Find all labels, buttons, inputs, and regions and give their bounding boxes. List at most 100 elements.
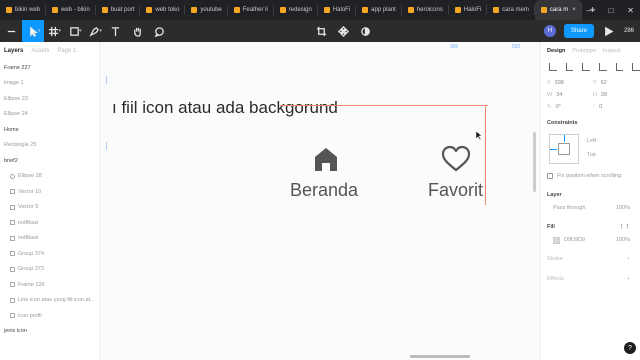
- field-value[interactable]: 0: [599, 104, 602, 110]
- browser-tab[interactable]: web - bikin: [46, 0, 96, 20]
- nav-label-beranda[interactable]: Beranda: [290, 180, 358, 201]
- maximize-icon[interactable]: □: [608, 6, 613, 15]
- layer-item[interactable]: Rectangle 25: [0, 138, 99, 154]
- constraints-widget[interactable]: [549, 134, 579, 164]
- minimize-icon[interactable]: —: [586, 6, 594, 15]
- field-value[interactable]: 28: [601, 92, 607, 98]
- zoom-level[interactable]: 286: [624, 28, 634, 34]
- layer-item[interactable]: icon profil: [0, 308, 99, 324]
- nav-label-favorit[interactable]: Favorit: [428, 180, 483, 201]
- home-icon[interactable]: [312, 145, 340, 173]
- align-right-icon[interactable]: [582, 63, 591, 71]
- layer-item[interactable]: Frame 226: [0, 277, 99, 293]
- transform-field[interactable]: ↻ 0°: [547, 104, 593, 110]
- layer-item[interactable]: jenis icon: [0, 324, 99, 340]
- pen-tool-icon[interactable]: [84, 20, 106, 42]
- fill-swatch[interactable]: [553, 236, 560, 244]
- align-center-icon[interactable]: [565, 63, 574, 71]
- transform-field[interactable]: W 34: [547, 92, 593, 98]
- tab-assets[interactable]: Assets: [31, 48, 49, 54]
- layer-item[interactable]: notfikasi: [0, 215, 99, 231]
- chevron-down-icon[interactable]: ▾: [79, 28, 82, 34]
- tab-design[interactable]: Design: [547, 48, 565, 54]
- field-value[interactable]: 398: [555, 80, 564, 86]
- transform-field[interactable]: X 398: [547, 80, 593, 86]
- tab-inspect[interactable]: Inspect: [603, 48, 621, 54]
- crop-icon[interactable]: [310, 20, 332, 42]
- browser-tab[interactable]: cara m ×: [534, 0, 582, 20]
- heart-icon[interactable]: [441, 144, 471, 174]
- browser-tab[interactable]: HaloFi: [449, 0, 488, 20]
- layer-item[interactable]: Ellipse 28: [0, 169, 99, 185]
- blend-mode-value[interactable]: Pass through: [553, 205, 585, 211]
- constraint-horizontal[interactable]: Left: [587, 138, 596, 144]
- present-icon[interactable]: [602, 20, 616, 42]
- transform-field[interactable]: H 28: [593, 92, 639, 98]
- layer-item[interactable]: notfikasi: [0, 231, 99, 247]
- close-tab-icon[interactable]: ×: [572, 7, 576, 13]
- layer-item[interactable]: Group 374: [0, 246, 99, 262]
- browser-tab[interactable]: redesign: [274, 0, 318, 20]
- layer-item[interactable]: Vector 10: [0, 184, 99, 200]
- field-value[interactable]: 62: [601, 80, 607, 86]
- chevron-down-icon[interactable]: ▾: [100, 28, 103, 34]
- add-stroke-icon[interactable]: +: [627, 256, 630, 266]
- tab-prototype[interactable]: Prototype: [572, 48, 596, 54]
- browser-tab[interactable]: youtube: [185, 0, 228, 20]
- browser-tab[interactable]: app plant: [356, 0, 402, 20]
- layer-item[interactable]: Frame 227: [0, 60, 99, 76]
- add-effect-icon[interactable]: +: [627, 276, 630, 286]
- fill-hex-value[interactable]: D9D9D9: [564, 237, 585, 243]
- frame-tool-icon[interactable]: [43, 20, 65, 42]
- layer-item[interactable]: Group 373: [0, 262, 99, 278]
- align-top-icon[interactable]: [599, 63, 607, 71]
- comment-tool-icon[interactable]: [148, 20, 170, 42]
- close-icon[interactable]: ✕: [627, 6, 634, 15]
- tab-layers[interactable]: Layers: [4, 48, 23, 54]
- user-avatar[interactable]: H: [543, 25, 556, 37]
- browser-tab[interactable]: bikin web: [0, 0, 47, 20]
- field-value[interactable]: 0°: [556, 104, 561, 110]
- fix-position-row[interactable]: Fix position when scrolling: [541, 170, 640, 182]
- mask-icon[interactable]: [354, 20, 376, 42]
- transform-field[interactable]: ◜ 0: [593, 104, 639, 110]
- chevron-down-icon[interactable]: ▾: [59, 28, 62, 34]
- constraint-vertical[interactable]: Top: [587, 152, 596, 158]
- transform-field[interactable]: Y 62: [593, 80, 639, 86]
- main-menu-icon[interactable]: [0, 20, 22, 42]
- layer-item[interactable]: Vector 9: [0, 200, 99, 216]
- help-button[interactable]: ?: [624, 342, 636, 354]
- design-canvas[interactable]: 386 582 ı fiil icon atau ada backgorund …: [100, 42, 540, 360]
- browser-tab[interactable]: Feather li: [228, 0, 274, 20]
- component-icon[interactable]: [332, 20, 354, 42]
- layer-opacity-value[interactable]: 100%: [616, 205, 630, 211]
- text-tool-icon[interactable]: [104, 20, 126, 42]
- browser-tab[interactable]: buat port: [96, 0, 141, 20]
- fill-opacity-value[interactable]: 100%: [616, 237, 630, 243]
- browser-tab[interactable]: cara mem: [487, 0, 535, 20]
- grid-icon[interactable]: ⋮⋮: [619, 224, 630, 234]
- layer-item[interactable]: Ellipse 23: [0, 91, 99, 107]
- layer-item[interactable]: brief2: [0, 153, 99, 169]
- fix-position-checkbox[interactable]: [547, 173, 553, 179]
- layer-item[interactable]: Home: [0, 122, 99, 138]
- canvas-heading-text[interactable]: ı fiil icon atau ada backgorund: [112, 98, 338, 118]
- horizontal-scrollbar[interactable]: [410, 355, 470, 358]
- align-middle-icon[interactable]: [615, 63, 624, 71]
- hand-tool-icon[interactable]: [126, 20, 148, 42]
- page-selector[interactable]: Page 1: [57, 48, 76, 54]
- browser-tab[interactable]: HaloFi: [318, 0, 357, 20]
- layer-blend-row[interactable]: Pass through 100%: [541, 202, 640, 214]
- chevron-down-icon[interactable]: ▾: [38, 28, 41, 34]
- align-left-icon[interactable]: [549, 63, 557, 71]
- fill-row[interactable]: D9D9D9 100%: [541, 234, 640, 246]
- browser-tab[interactable]: heroicons: [402, 0, 449, 20]
- layer-item[interactable]: image 1: [0, 76, 99, 92]
- browser-tab[interactable]: web toko: [140, 0, 186, 20]
- vertical-scrollbar[interactable]: [533, 132, 536, 192]
- share-button[interactable]: Share: [563, 24, 594, 38]
- align-bottom-icon[interactable]: [632, 63, 640, 71]
- layer-item[interactable]: Line icon atau yang fiil icon at...: [0, 293, 99, 309]
- layer-item[interactable]: Ellipse 24: [0, 107, 99, 123]
- field-value[interactable]: 34: [556, 92, 562, 98]
